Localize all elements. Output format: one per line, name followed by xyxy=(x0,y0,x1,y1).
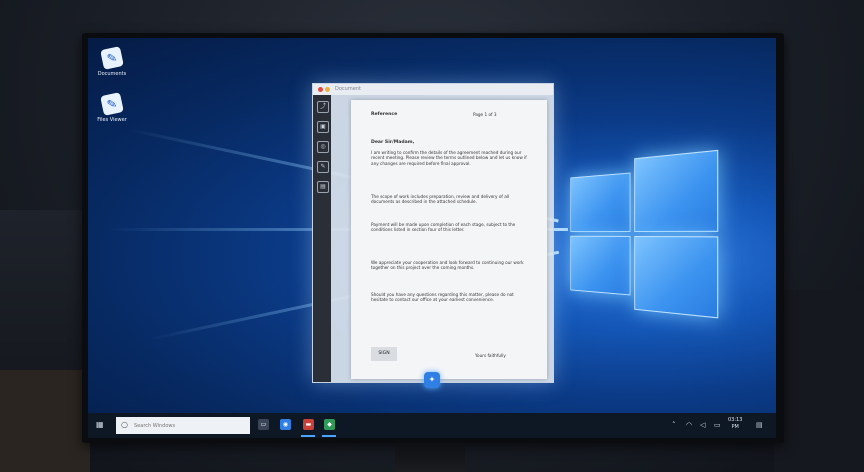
desktop-icon-label: Documents xyxy=(90,71,134,77)
doc-paragraph: Payment will be made upon completion of … xyxy=(371,222,527,233)
logo-pane xyxy=(634,236,718,318)
doc-header-left: Reference xyxy=(371,112,397,117)
signature-stamp: SIGN xyxy=(371,347,397,361)
pdf-reader-icon[interactable]: ▬ xyxy=(303,419,314,430)
window-title: Document xyxy=(335,86,361,92)
wifi-icon[interactable]: ◠ xyxy=(686,421,692,429)
logo-pane xyxy=(634,150,718,232)
taskbar: ▦ ○ ▭ ◉ ▬ ◆ ˄ ◠ ◁ ▭ 03:13 PM ▤ xyxy=(88,413,776,438)
desktop-screen: ✎ Documents ✎ Files Viewer Document ⤴ ▣ … xyxy=(88,38,776,438)
document-page: Reference Page 1 of 3 Dear Sir/Madam, I … xyxy=(351,100,547,379)
doc-paragraph: We appreciate your cooperation and look … xyxy=(371,260,527,271)
windows-logo xyxy=(570,150,718,316)
edit-icon[interactable]: ✎ xyxy=(317,161,329,173)
doc-paragraph: The scope of work includes preparation, … xyxy=(371,194,527,205)
clock-time: 03:13 xyxy=(728,417,742,424)
notification-icon[interactable]: ▤ xyxy=(756,421,763,429)
scan-icon[interactable]: ◎ xyxy=(317,141,329,153)
sparkle-icon: ✦ xyxy=(429,375,436,384)
minimize-button[interactable] xyxy=(325,87,330,92)
document-icon: ✎ xyxy=(100,46,124,70)
share-icon[interactable]: ⤴ xyxy=(317,101,329,113)
floating-action-button[interactable]: ✦ xyxy=(424,372,440,388)
search-icon: ○ xyxy=(121,420,128,429)
tool-rail: ⤴ ▣ ◎ ✎ ▤ xyxy=(313,95,331,382)
active-app-indicator xyxy=(301,435,315,437)
desktop-icon-label: Files Viewer xyxy=(90,117,134,123)
logo-pane xyxy=(570,236,630,296)
window-titlebar[interactable]: Document xyxy=(313,84,553,95)
clock-date: PM xyxy=(728,424,742,431)
search-input[interactable] xyxy=(134,421,244,431)
save-icon[interactable]: ▤ xyxy=(317,181,329,193)
doc-footer: Yours faithfully xyxy=(475,353,506,358)
battery-icon[interactable]: ▭ xyxy=(714,421,721,429)
document-viewer-window: Document ⤴ ▣ ◎ ✎ ▤ Reference Page 1 of 3… xyxy=(312,83,554,383)
viewer-icon: ✎ xyxy=(100,92,124,116)
desktop-icon-files-viewer[interactable]: ✎ Files Viewer xyxy=(90,94,134,123)
active-app-indicator xyxy=(322,435,336,437)
room-furniture xyxy=(774,290,864,472)
monitor-stand xyxy=(395,443,465,472)
file-explorer-icon[interactable]: ▭ xyxy=(258,419,269,430)
logo-pane xyxy=(570,173,630,233)
chevron-up-icon[interactable]: ˄ xyxy=(672,421,676,429)
volume-icon[interactable]: ◁ xyxy=(700,421,705,429)
store-icon[interactable]: ◆ xyxy=(324,419,335,430)
doc-header-right: Page 1 of 3 xyxy=(473,112,497,117)
crop-icon[interactable]: ▣ xyxy=(317,121,329,133)
room-floor xyxy=(0,370,90,472)
search-box[interactable]: ○ xyxy=(116,417,250,434)
doc-paragraph: Should you have any questions regarding … xyxy=(371,292,527,303)
browser-icon[interactable]: ◉ xyxy=(280,419,291,430)
close-button[interactable] xyxy=(318,87,323,92)
start-icon[interactable]: ▦ xyxy=(96,420,106,430)
clock[interactable]: 03:13 PM xyxy=(728,417,742,431)
doc-paragraph: I am writing to confirm the details of t… xyxy=(371,150,527,166)
doc-heading: Dear Sir/Madam, xyxy=(371,140,414,145)
desktop-icon-documents[interactable]: ✎ Documents xyxy=(90,48,134,77)
